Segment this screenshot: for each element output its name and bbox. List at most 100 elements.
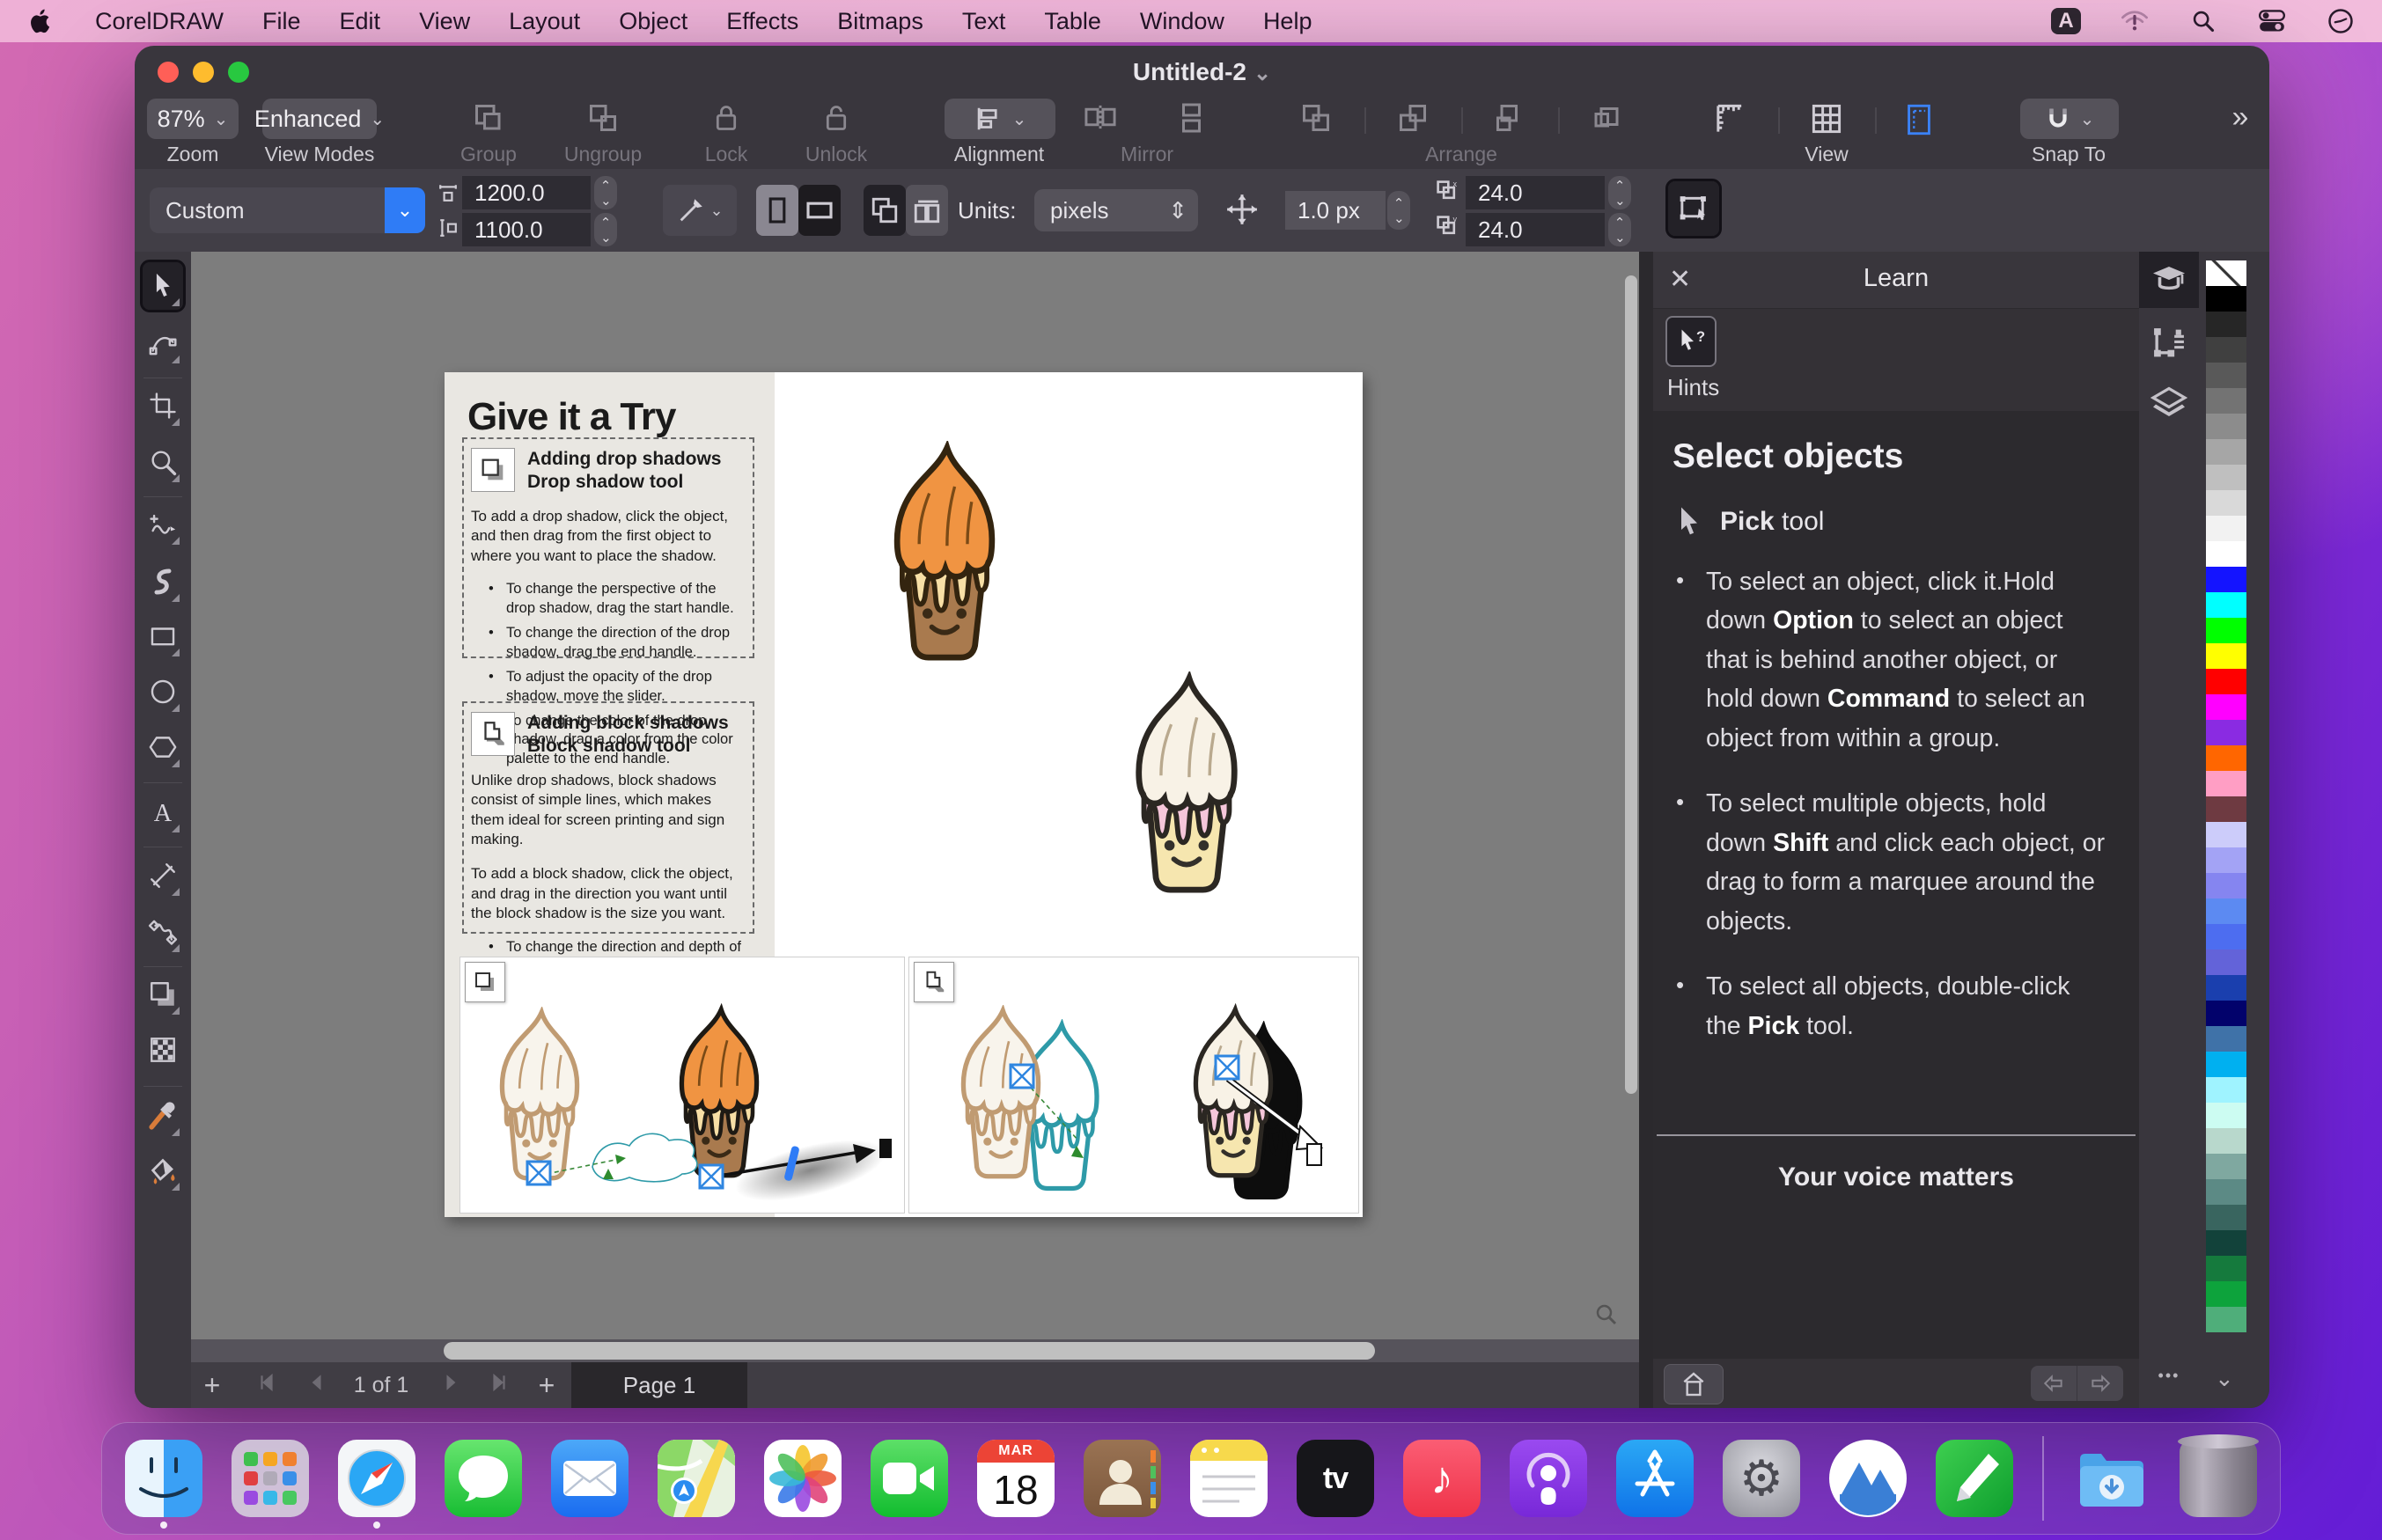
duplicate-x-stepper[interactable]: ⌃⌃ — [1608, 176, 1631, 209]
color-swatch[interactable] — [2206, 1307, 2246, 1332]
color-swatch[interactable] — [2206, 1230, 2246, 1256]
unlock-icon[interactable] — [821, 102, 851, 139]
shape-tool[interactable] — [143, 319, 183, 367]
color-swatch[interactable] — [2206, 567, 2246, 592]
color-swatch[interactable] — [2206, 337, 2246, 363]
color-swatch[interactable] — [2206, 1205, 2246, 1230]
landscape-orientation-button[interactable] — [798, 185, 841, 236]
horizontal-scrollbar[interactable] — [191, 1339, 1639, 1362]
color-swatch[interactable] — [2206, 592, 2246, 618]
dock-mountain-app-icon[interactable] — [1829, 1440, 1907, 1517]
current-page-settings-button[interactable] — [864, 185, 906, 236]
spotlight-search-icon[interactable] — [2188, 6, 2218, 36]
apple-menu-icon[interactable] — [26, 6, 56, 36]
crop-tool[interactable] — [143, 382, 183, 429]
menu-item[interactable]: Effects — [726, 8, 798, 35]
dock-messages-icon[interactable] — [445, 1440, 522, 1517]
group-icon[interactable] — [473, 102, 504, 139]
previous-page-button[interactable] — [308, 1373, 324, 1398]
snap-to-dropdown[interactable]: ⌄ — [2020, 99, 2119, 139]
portrait-orientation-button[interactable] — [756, 185, 798, 236]
dock-coreldraw-icon[interactable] — [1936, 1440, 2013, 1517]
dock-contacts-icon[interactable] — [1084, 1440, 1161, 1517]
color-swatch[interactable] — [2206, 745, 2246, 771]
menu-item[interactable]: File — [262, 8, 301, 35]
dock-podcasts-icon[interactable] — [1510, 1440, 1587, 1517]
cupcake-pink[interactable] — [1099, 671, 1274, 893]
mirror-vertical-icon[interactable] — [1177, 102, 1209, 139]
alignment-dropdown[interactable]: ⌄ — [945, 99, 1055, 139]
artistic-media-tool[interactable] — [143, 558, 183, 605]
color-swatch[interactable] — [2206, 363, 2246, 388]
clock-icon[interactable] — [2326, 6, 2356, 36]
mirror-horizontal-icon[interactable] — [1084, 102, 1117, 137]
panel-divider[interactable] — [1639, 252, 1653, 1408]
drop-shadow-controls[interactable] — [460, 957, 904, 1213]
objects-docker-tab[interactable] — [2139, 375, 2199, 431]
learn-docker-tab[interactable] — [2139, 252, 2199, 308]
transparency-tool[interactable] — [143, 1026, 183, 1074]
polygon-tool[interactable] — [143, 723, 183, 771]
color-swatch[interactable] — [2206, 771, 2246, 796]
block-shadow-controls[interactable] — [909, 957, 1358, 1213]
menu-item[interactable]: Help — [1263, 8, 1312, 35]
color-swatch[interactable] — [2206, 414, 2246, 439]
parallel-dimension-tool[interactable] — [143, 852, 183, 899]
color-swatch[interactable] — [2206, 924, 2246, 950]
zoom-level-dropdown[interactable]: 87%⌄ — [147, 99, 239, 139]
forward-button[interactable] — [2077, 1366, 2123, 1401]
color-swatch[interactable] — [2206, 694, 2246, 720]
connector-tool[interactable] — [143, 908, 183, 956]
color-swatch[interactable] — [2206, 822, 2246, 847]
menu-item[interactable]: Layout — [509, 8, 580, 35]
color-swatch[interactable] — [2206, 260, 2246, 286]
rectangle-tool[interactable] — [143, 612, 183, 660]
color-swatch[interactable] — [2206, 643, 2246, 669]
keyboard-input-icon[interactable]: A — [2051, 6, 2081, 36]
pick-tool[interactable] — [143, 262, 183, 310]
color-swatch[interactable] — [2206, 1281, 2246, 1307]
dock-mail-icon[interactable] — [551, 1440, 629, 1517]
page-height-field[interactable]: 1100.0 — [462, 213, 591, 246]
add-page-button[interactable]: + — [204, 1369, 221, 1402]
nudge-stepper[interactable]: ⌃⌃ — [1387, 191, 1410, 230]
units-dropdown[interactable]: pixels ⇕ — [1034, 189, 1198, 231]
duplicate-y-field[interactable]: 24.0 — [1466, 213, 1605, 246]
page-width-field[interactable]: 1200.0 — [462, 176, 591, 209]
treat-as-filled-button[interactable] — [1668, 181, 1719, 236]
add-page-button-2[interactable]: + — [539, 1369, 555, 1402]
page-width-stepper[interactable]: ⌃⌃ — [594, 176, 617, 209]
dock-calendar-icon[interactable]: MAR 18 — [977, 1440, 1055, 1517]
color-swatch[interactable] — [2206, 898, 2246, 924]
color-swatch[interactable] — [2206, 1128, 2246, 1154]
color-swatch[interactable] — [2206, 950, 2246, 975]
page-tab[interactable]: Page 1 — [571, 1362, 747, 1408]
document-page[interactable]: Give it a Try Adding drop shadowsDrop sh… — [445, 372, 1363, 1217]
control-center-icon[interactable] — [2257, 6, 2287, 36]
drawing-canvas[interactable]: Give it a Try Adding drop shadowsDrop sh… — [191, 252, 1639, 1339]
color-swatch[interactable] — [2206, 847, 2246, 873]
color-swatch[interactable] — [2206, 669, 2246, 694]
color-swatch[interactable] — [2206, 312, 2246, 337]
menu-item[interactable]: Window — [1140, 8, 1224, 35]
color-swatch[interactable] — [2206, 1256, 2246, 1281]
color-swatch[interactable] — [2206, 720, 2246, 745]
color-swatch[interactable] — [2206, 465, 2246, 490]
window-title[interactable]: Untitled-2⌄ — [135, 58, 2269, 86]
dock-system-preferences-icon[interactable]: ⚙ — [1723, 1440, 1800, 1517]
page-size-preset-dropdown[interactable]: Custom ⌄ — [150, 187, 425, 233]
color-swatch[interactable] — [2206, 975, 2246, 1001]
dock-downloads-icon[interactable] — [2073, 1440, 2150, 1517]
freehand-tool[interactable] — [143, 501, 183, 548]
menu-item[interactable]: Bitmaps — [837, 8, 923, 35]
text-tool[interactable]: A — [143, 788, 183, 836]
menu-item[interactable]: View — [419, 8, 470, 35]
forward-one-icon[interactable] — [1494, 102, 1526, 139]
drop-shadow-tool[interactable] — [143, 971, 183, 1018]
color-swatch[interactable] — [2206, 1052, 2246, 1077]
dock-app-store-icon[interactable] — [1616, 1440, 1694, 1517]
page-border-icon[interactable] — [1903, 102, 1935, 143]
color-swatch[interactable] — [2206, 490, 2246, 516]
page-height-stepper[interactable]: ⌃⌃ — [594, 213, 617, 246]
dock-notes-icon[interactable] — [1190, 1440, 1268, 1517]
